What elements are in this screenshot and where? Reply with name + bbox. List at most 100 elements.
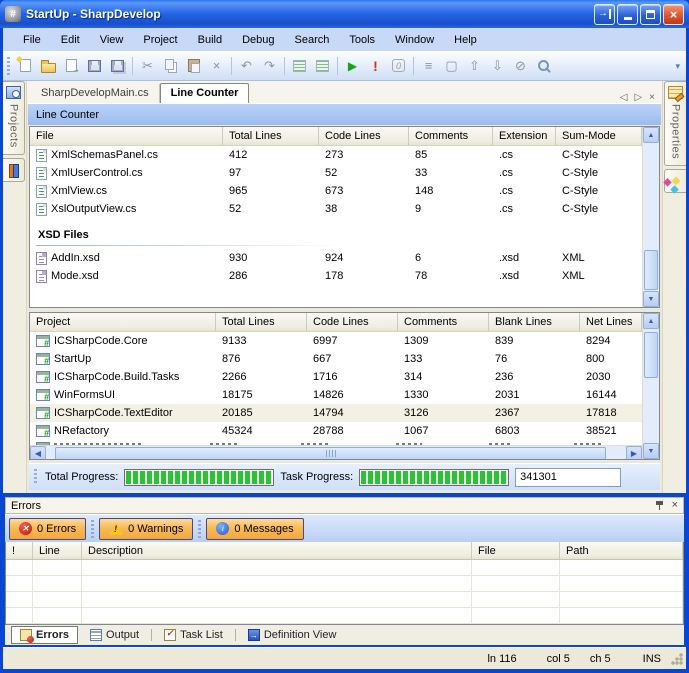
column-header-file[interactable]: File <box>472 542 560 559</box>
run-icon[interactable]: ▶ <box>341 55 364 77</box>
table-row[interactable]: ICSharpCode.Build.Tasks 2266 1716 314 23… <box>30 368 642 386</box>
column-header-comments[interactable]: Comments <box>398 313 489 331</box>
errors-filter-button[interactable]: ✕ 0 Errors <box>9 518 86 540</box>
column-header-code-lines[interactable]: Code Lines <box>307 313 398 331</box>
scrollbar-thumb[interactable] <box>644 250 658 290</box>
scroll-right-icon[interactable]: ▶ <box>626 446 642 459</box>
column-header-net-lines[interactable]: Net Lines <box>580 313 642 331</box>
tab-line-counter[interactable]: Line Counter <box>160 83 250 103</box>
undo-icon[interactable]: ↶ <box>235 55 258 77</box>
minimize-button[interactable] <box>617 4 638 25</box>
clear-bookmarks-icon[interactable]: ⊘ <box>509 55 532 77</box>
project-table-hscrollbar[interactable]: ◀ ▶ <box>30 445 642 459</box>
next-bookmark-icon[interactable]: ⇩ <box>486 55 509 77</box>
column-header-total-lines[interactable]: Total Lines <box>216 313 307 331</box>
find-icon[interactable] <box>532 55 555 77</box>
copy-icon[interactable] <box>159 55 182 77</box>
tab-errors[interactable]: Errors <box>11 626 78 644</box>
table-row[interactable]: StartUp 876 667 133 76 800 <box>30 350 642 368</box>
warnings-filter-button[interactable]: 0 Warnings <box>99 518 193 540</box>
toggle-bookmark-icon[interactable]: ▢ <box>440 55 463 77</box>
file-table-scrollbar[interactable]: ▲ ▼ <box>642 127 659 307</box>
tab-scroll-right-icon[interactable]: ▷ <box>634 92 642 103</box>
column-header-severity[interactable]: ! <box>6 542 33 559</box>
toolbar-overflow-icon[interactable]: ▾ <box>675 64 682 68</box>
pin-icon[interactable] <box>655 500 664 511</box>
table-row[interactable]: XmlUserControl.cs 97 52 33 .cs C-Style <box>30 164 642 182</box>
save-all-icon[interactable] <box>106 55 129 77</box>
tab-scroll-left-icon[interactable]: ◁ <box>620 92 628 103</box>
prev-bookmark-icon[interactable]: ⇧ <box>463 55 486 77</box>
delete-icon[interactable]: × <box>205 55 228 77</box>
sidebar-item-properties[interactable]: Properties <box>664 81 686 166</box>
close-panel-icon[interactable]: × <box>672 500 678 511</box>
tab-sharpdevelopmain[interactable]: SharpDevelopMain.cs <box>31 84 160 103</box>
scroll-up-icon[interactable]: ▲ <box>643 127 659 143</box>
column-header-blank-lines[interactable]: Blank Lines <box>489 313 580 331</box>
comment-region-icon[interactable] <box>288 55 311 77</box>
uncomment-region-icon[interactable] <box>311 55 334 77</box>
menu-search[interactable]: Search <box>285 30 340 50</box>
menu-debug[interactable]: Debug <box>232 30 284 50</box>
redo-icon[interactable]: ↷ <box>258 55 281 77</box>
save-icon[interactable] <box>83 55 106 77</box>
tab-close-icon[interactable]: × <box>649 92 655 103</box>
menu-window[interactable]: Window <box>385 30 444 50</box>
column-header-line[interactable]: Line <box>33 542 82 559</box>
table-row[interactable]: NRefactory 45324 28788 1067 6803 38521 <box>30 422 642 440</box>
sidebar-item-tools[interactable] <box>3 158 25 182</box>
open-file-icon[interactable] <box>60 55 83 77</box>
cut-icon[interactable]: ✂ <box>136 55 159 77</box>
menu-help[interactable]: Help <box>444 30 487 50</box>
scroll-down-icon[interactable]: ▼ <box>643 291 659 307</box>
table-row[interactable]: ICSharpCode.TextEditor 20185 14794 3126 … <box>30 404 642 422</box>
messages-filter-button[interactable]: i 0 Messages <box>206 518 303 540</box>
open-icon[interactable] <box>37 55 60 77</box>
column-header-description[interactable]: Description <box>82 542 472 559</box>
table-row[interactable]: XslOutputView.cs 52 38 9 .cs C-Style <box>30 200 642 218</box>
table-row[interactable]: XmlSchemasPanel.cs 412 273 85 .cs C-Styl… <box>30 146 642 164</box>
dock-button[interactable]: → <box>594 4 615 25</box>
column-header-path[interactable]: Path <box>560 542 683 559</box>
menu-build[interactable]: Build <box>188 30 232 50</box>
menu-edit[interactable]: Edit <box>51 30 90 50</box>
close-button[interactable]: × <box>663 4 684 25</box>
column-header-code-lines[interactable]: Code Lines <box>319 127 409 145</box>
column-header-sum-mode[interactable]: Sum-Mode <box>556 127 642 145</box>
column-header-project[interactable]: Project <box>30 313 216 331</box>
table-row[interactable]: Mode.xsd 286 178 78 .xsd XML <box>30 267 642 285</box>
table-row[interactable]: AddIn.xsd 930 924 6 .xsd XML <box>30 249 642 267</box>
scrollbar-thumb[interactable] <box>55 447 606 459</box>
resize-grip[interactable] <box>671 653 683 665</box>
scrollbar-thumb[interactable] <box>644 332 658 378</box>
menu-view[interactable]: View <box>90 30 134 50</box>
menu-tools[interactable]: Tools <box>339 30 385 50</box>
maximize-button[interactable] <box>640 4 661 25</box>
sidebar-item-classes[interactable] <box>664 169 686 193</box>
scroll-up-icon[interactable]: ▲ <box>643 313 659 329</box>
sidebar-item-projects[interactable]: Projects <box>3 81 25 155</box>
abort-icon[interactable]: ! <box>364 55 387 77</box>
tab-task-list[interactable]: Task List <box>156 627 231 643</box>
column-header-total-lines[interactable]: Total Lines <box>223 127 319 145</box>
tab-definition-view[interactable]: → Definition View <box>240 627 345 643</box>
profile-icon[interactable]: 0 <box>387 55 410 77</box>
column-header-file[interactable]: File <box>30 127 223 145</box>
column-header-extension[interactable]: Extension <box>493 127 556 145</box>
toolbar-grip[interactable] <box>7 57 10 75</box>
new-file-icon[interactable] <box>14 55 37 77</box>
bookmark-list-icon[interactable]: ≡ <box>417 55 440 77</box>
menu-file[interactable]: File <box>13 30 51 50</box>
progress-strip-grip[interactable] <box>34 469 37 485</box>
project-table-scrollbar[interactable]: ▲ ▼ <box>642 313 659 459</box>
paste-icon[interactable] <box>182 55 205 77</box>
table-row[interactable]: XmlView.cs 965 673 148 .cs C-Style <box>30 182 642 200</box>
tab-output[interactable]: Output <box>82 627 147 643</box>
table-row[interactable]: WinFormsUI 18175 14826 1330 2031 16144 <box>30 386 642 404</box>
column-header-comments[interactable]: Comments <box>409 127 493 145</box>
scroll-down-icon[interactable]: ▼ <box>643 443 659 459</box>
table-row[interactable]: ICSharpCode.Core 9133 6997 1309 839 8294 <box>30 332 642 350</box>
menu-project[interactable]: Project <box>133 30 187 50</box>
scroll-left-icon[interactable]: ◀ <box>30 446 46 459</box>
toolbar-separator <box>413 57 414 75</box>
